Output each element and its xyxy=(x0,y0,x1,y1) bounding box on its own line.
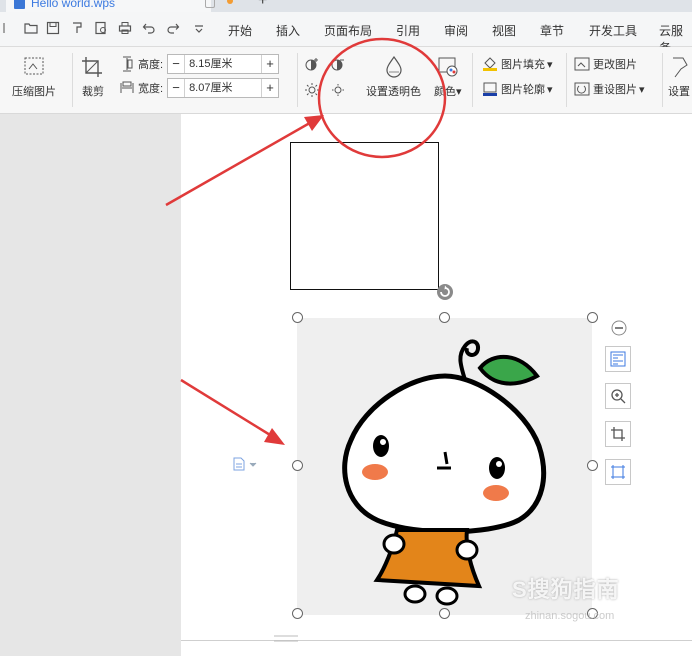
cartoon-character-image xyxy=(342,339,547,606)
fill-bucket-icon xyxy=(483,57,497,71)
crop-tool-button[interactable] xyxy=(605,421,631,447)
width-stepper[interactable]: − 8.07厘米 + xyxy=(167,78,280,98)
settings-label: 设置 xyxy=(668,86,690,98)
resize-handle-bottom-left[interactable] xyxy=(292,608,303,619)
width-input[interactable]: 8.07厘米 xyxy=(184,79,263,97)
height-row: 高度: − 8.15厘米 + xyxy=(120,54,280,74)
print-preview-icon[interactable] xyxy=(94,21,108,35)
page-break-marker xyxy=(274,635,298,642)
width-increase-button[interactable]: + xyxy=(262,79,278,97)
chevron-down-icon: ▾ xyxy=(639,83,645,96)
crop-icon xyxy=(611,427,625,441)
annotation-arrow-down xyxy=(180,378,285,445)
height-input[interactable]: 8.15厘米 xyxy=(184,55,263,73)
width-row: 宽度: − 8.07厘米 + xyxy=(120,78,280,98)
crop-label: 裁剪 xyxy=(82,86,104,98)
compress-picture-label: 压缩图片 xyxy=(12,86,56,98)
collapse-toolbar-icon[interactable] xyxy=(611,320,627,336)
page-bottom-line xyxy=(181,640,692,641)
crop-icon xyxy=(82,57,102,77)
print-icon[interactable] xyxy=(118,21,132,35)
resize-handle-right[interactable] xyxy=(587,460,598,471)
save-icon[interactable] xyxy=(46,21,60,35)
resize-handle-top-left[interactable] xyxy=(292,312,303,323)
picture-effect-icon xyxy=(611,465,625,479)
ribbon-divider xyxy=(662,53,663,107)
ribbon-divider xyxy=(472,53,473,107)
annotation-circle xyxy=(317,37,447,159)
picture-fill-label: 图片填充 xyxy=(501,59,545,71)
open-folder-icon[interactable] xyxy=(24,21,38,35)
zoom-preview-button[interactable] xyxy=(605,383,631,409)
undo-icon[interactable] xyxy=(142,21,156,35)
wps-document-icon xyxy=(14,0,25,9)
chevron-down-icon: ▾ xyxy=(456,86,462,98)
picture-fill-button[interactable]: 图片填充 ▾ xyxy=(482,56,553,72)
settings-button[interactable]: 设置 xyxy=(668,55,690,99)
menu-start[interactable]: 开始 xyxy=(228,22,252,39)
reset-picture-icon xyxy=(574,82,590,96)
change-picture-label: 更改图片 xyxy=(593,59,637,71)
outline-icon xyxy=(483,82,497,96)
picture-effect-button[interactable] xyxy=(605,459,631,485)
resize-handle-top[interactable] xyxy=(439,312,450,323)
width-decrease-button[interactable]: − xyxy=(168,79,184,97)
height-icon xyxy=(123,56,133,72)
ribbon-divider xyxy=(566,53,567,107)
change-picture-button[interactable]: 更改图片 xyxy=(574,56,637,72)
height-stepper[interactable]: − 8.15厘米 + xyxy=(167,54,280,74)
ribbon-divider xyxy=(72,53,73,107)
reset-picture-label: 重设图片 xyxy=(593,84,637,96)
crop-button[interactable]: 裁剪 xyxy=(80,55,106,99)
annotation-arrow-up xyxy=(165,115,324,207)
picture-outline-label: 图片轮廓 xyxy=(501,84,545,96)
sogou-watermark-url: zhinan.sogou.com xyxy=(525,610,615,622)
anchor-icon[interactable] xyxy=(232,457,258,471)
layout-options-icon xyxy=(610,351,626,367)
picture-outline-button[interactable]: 图片轮廓 ▾ xyxy=(482,81,553,97)
reset-picture-button[interactable]: 重设图片 ▾ xyxy=(574,81,645,97)
document-tab-title: Hello world.wps xyxy=(31,0,116,10)
chevron-down-icon: ▾ xyxy=(547,58,553,71)
resize-handle-bottom[interactable] xyxy=(439,608,450,619)
left-edge-icon xyxy=(2,21,16,35)
resize-handle-left[interactable] xyxy=(292,460,303,471)
compress-picture-button[interactable]: 压缩图片 xyxy=(12,55,56,99)
new-tab-button[interactable]: + xyxy=(258,0,267,10)
selected-picture[interactable] xyxy=(297,318,592,615)
menu-insert[interactable]: 插入 xyxy=(276,22,300,39)
tab-pin-icon[interactable] xyxy=(205,0,215,8)
unsaved-dot-icon xyxy=(227,0,233,4)
compress-picture-icon xyxy=(24,57,44,75)
menu-view[interactable]: 视图 xyxy=(492,22,516,39)
width-label: 宽度: xyxy=(138,83,164,95)
chevron-down-icon: ▾ xyxy=(547,83,553,96)
tab-bar: Hello world.wps + xyxy=(0,0,692,12)
resize-handle-top-right[interactable] xyxy=(587,312,598,323)
ribbon-divider xyxy=(297,53,298,107)
document-tab[interactable]: Hello world.wps xyxy=(6,0,211,12)
height-increase-button[interactable]: + xyxy=(262,55,278,73)
sogou-watermark: S搜狗指南 xyxy=(512,577,620,602)
menu-chapter[interactable]: 章节 xyxy=(540,22,564,39)
redo-icon[interactable] xyxy=(166,21,180,35)
height-label: 高度: xyxy=(138,59,164,71)
width-icon xyxy=(120,81,134,93)
settings-icon xyxy=(673,57,688,78)
change-picture-icon xyxy=(574,57,590,71)
layout-options-button[interactable] xyxy=(605,346,631,372)
rotate-handle-icon[interactable] xyxy=(436,283,454,301)
height-decrease-button[interactable]: − xyxy=(168,55,184,73)
format-painter-icon[interactable] xyxy=(70,21,84,35)
customize-dropdown-icon[interactable] xyxy=(192,21,206,35)
zoom-in-icon xyxy=(611,389,626,404)
menu-developer[interactable]: 开发工具 xyxy=(589,22,637,39)
